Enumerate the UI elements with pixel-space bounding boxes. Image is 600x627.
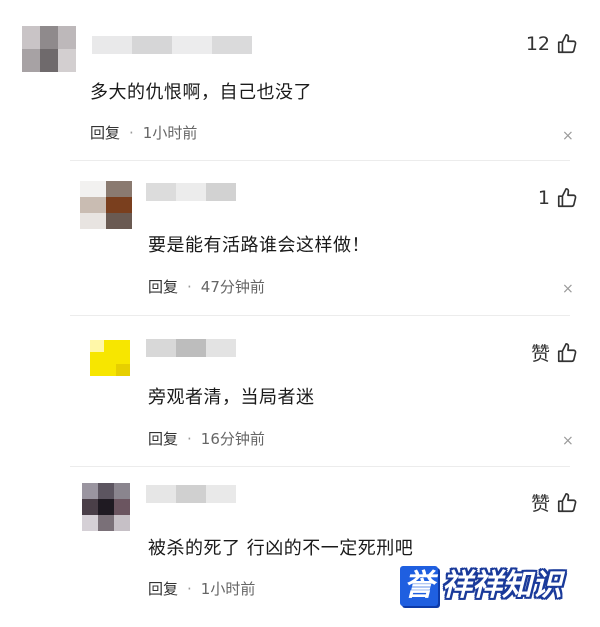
like-count: 赞 xyxy=(530,343,550,365)
comment-text: 多大的仇恨啊，自己也没了 xyxy=(90,82,312,103)
divider xyxy=(70,160,570,161)
close-icon[interactable]: × xyxy=(562,282,574,296)
like-count: 赞 xyxy=(530,493,550,515)
thumbs-up-icon xyxy=(557,492,577,512)
like-button[interactable]: 赞 xyxy=(531,489,578,516)
reply-button[interactable]: 回复 xyxy=(148,430,178,448)
comment-text: 被杀的死了 行凶的不一定死刑吧 xyxy=(148,538,414,559)
watermark-badge: 誉 xyxy=(400,566,438,606)
comment-meta: 回复 · 47分钟前 xyxy=(148,276,265,297)
avatar[interactable] xyxy=(82,483,130,531)
close-icon[interactable]: × xyxy=(562,434,574,448)
username-blurred[interactable] xyxy=(146,485,236,503)
reply-button[interactable]: 回复 xyxy=(90,124,120,142)
separator-dot: · xyxy=(187,278,192,296)
watermark-text: 祥祥知识 xyxy=(442,568,562,603)
thumbs-up-icon xyxy=(557,342,577,362)
comment-meta: 回复 · 1小时前 xyxy=(148,578,255,599)
like-button[interactable]: 12 xyxy=(526,33,578,55)
avatar[interactable] xyxy=(90,340,130,376)
username-blurred[interactable] xyxy=(92,36,252,54)
reply-button[interactable]: 回复 xyxy=(148,580,178,598)
reply-button[interactable]: 回复 xyxy=(148,278,178,296)
comment-meta: 回复 · 16分钟前 xyxy=(148,428,265,449)
username-blurred[interactable] xyxy=(146,183,236,201)
thumbs-up-icon xyxy=(557,34,577,54)
avatar[interactable] xyxy=(80,181,132,229)
close-icon[interactable]: × xyxy=(562,129,574,143)
timestamp: 1小时前 xyxy=(142,124,198,142)
avatar[interactable] xyxy=(22,26,76,72)
watermark-logo: 誉 祥祥知识 xyxy=(400,566,562,606)
comment-meta: 回复 · 1小时前 xyxy=(90,122,197,143)
thumbs-up-icon xyxy=(557,188,577,208)
separator-dot: · xyxy=(187,430,192,448)
timestamp: 47分钟前 xyxy=(200,278,265,296)
divider xyxy=(70,315,570,316)
comment-text: 旁观者清，当局者迷 xyxy=(148,387,315,408)
comment-text: 要是能有活路谁会这样做！ xyxy=(148,235,370,256)
like-button[interactable]: 赞 xyxy=(531,339,578,366)
like-button[interactable]: 1 xyxy=(538,187,578,209)
like-count: 12 xyxy=(525,33,550,55)
timestamp: 16分钟前 xyxy=(200,430,265,448)
like-count: 1 xyxy=(537,187,550,209)
username-blurred[interactable] xyxy=(146,339,236,357)
divider xyxy=(70,466,570,467)
separator-dot: · xyxy=(187,580,192,598)
timestamp: 1小时前 xyxy=(200,580,256,598)
separator-dot: · xyxy=(129,124,134,142)
